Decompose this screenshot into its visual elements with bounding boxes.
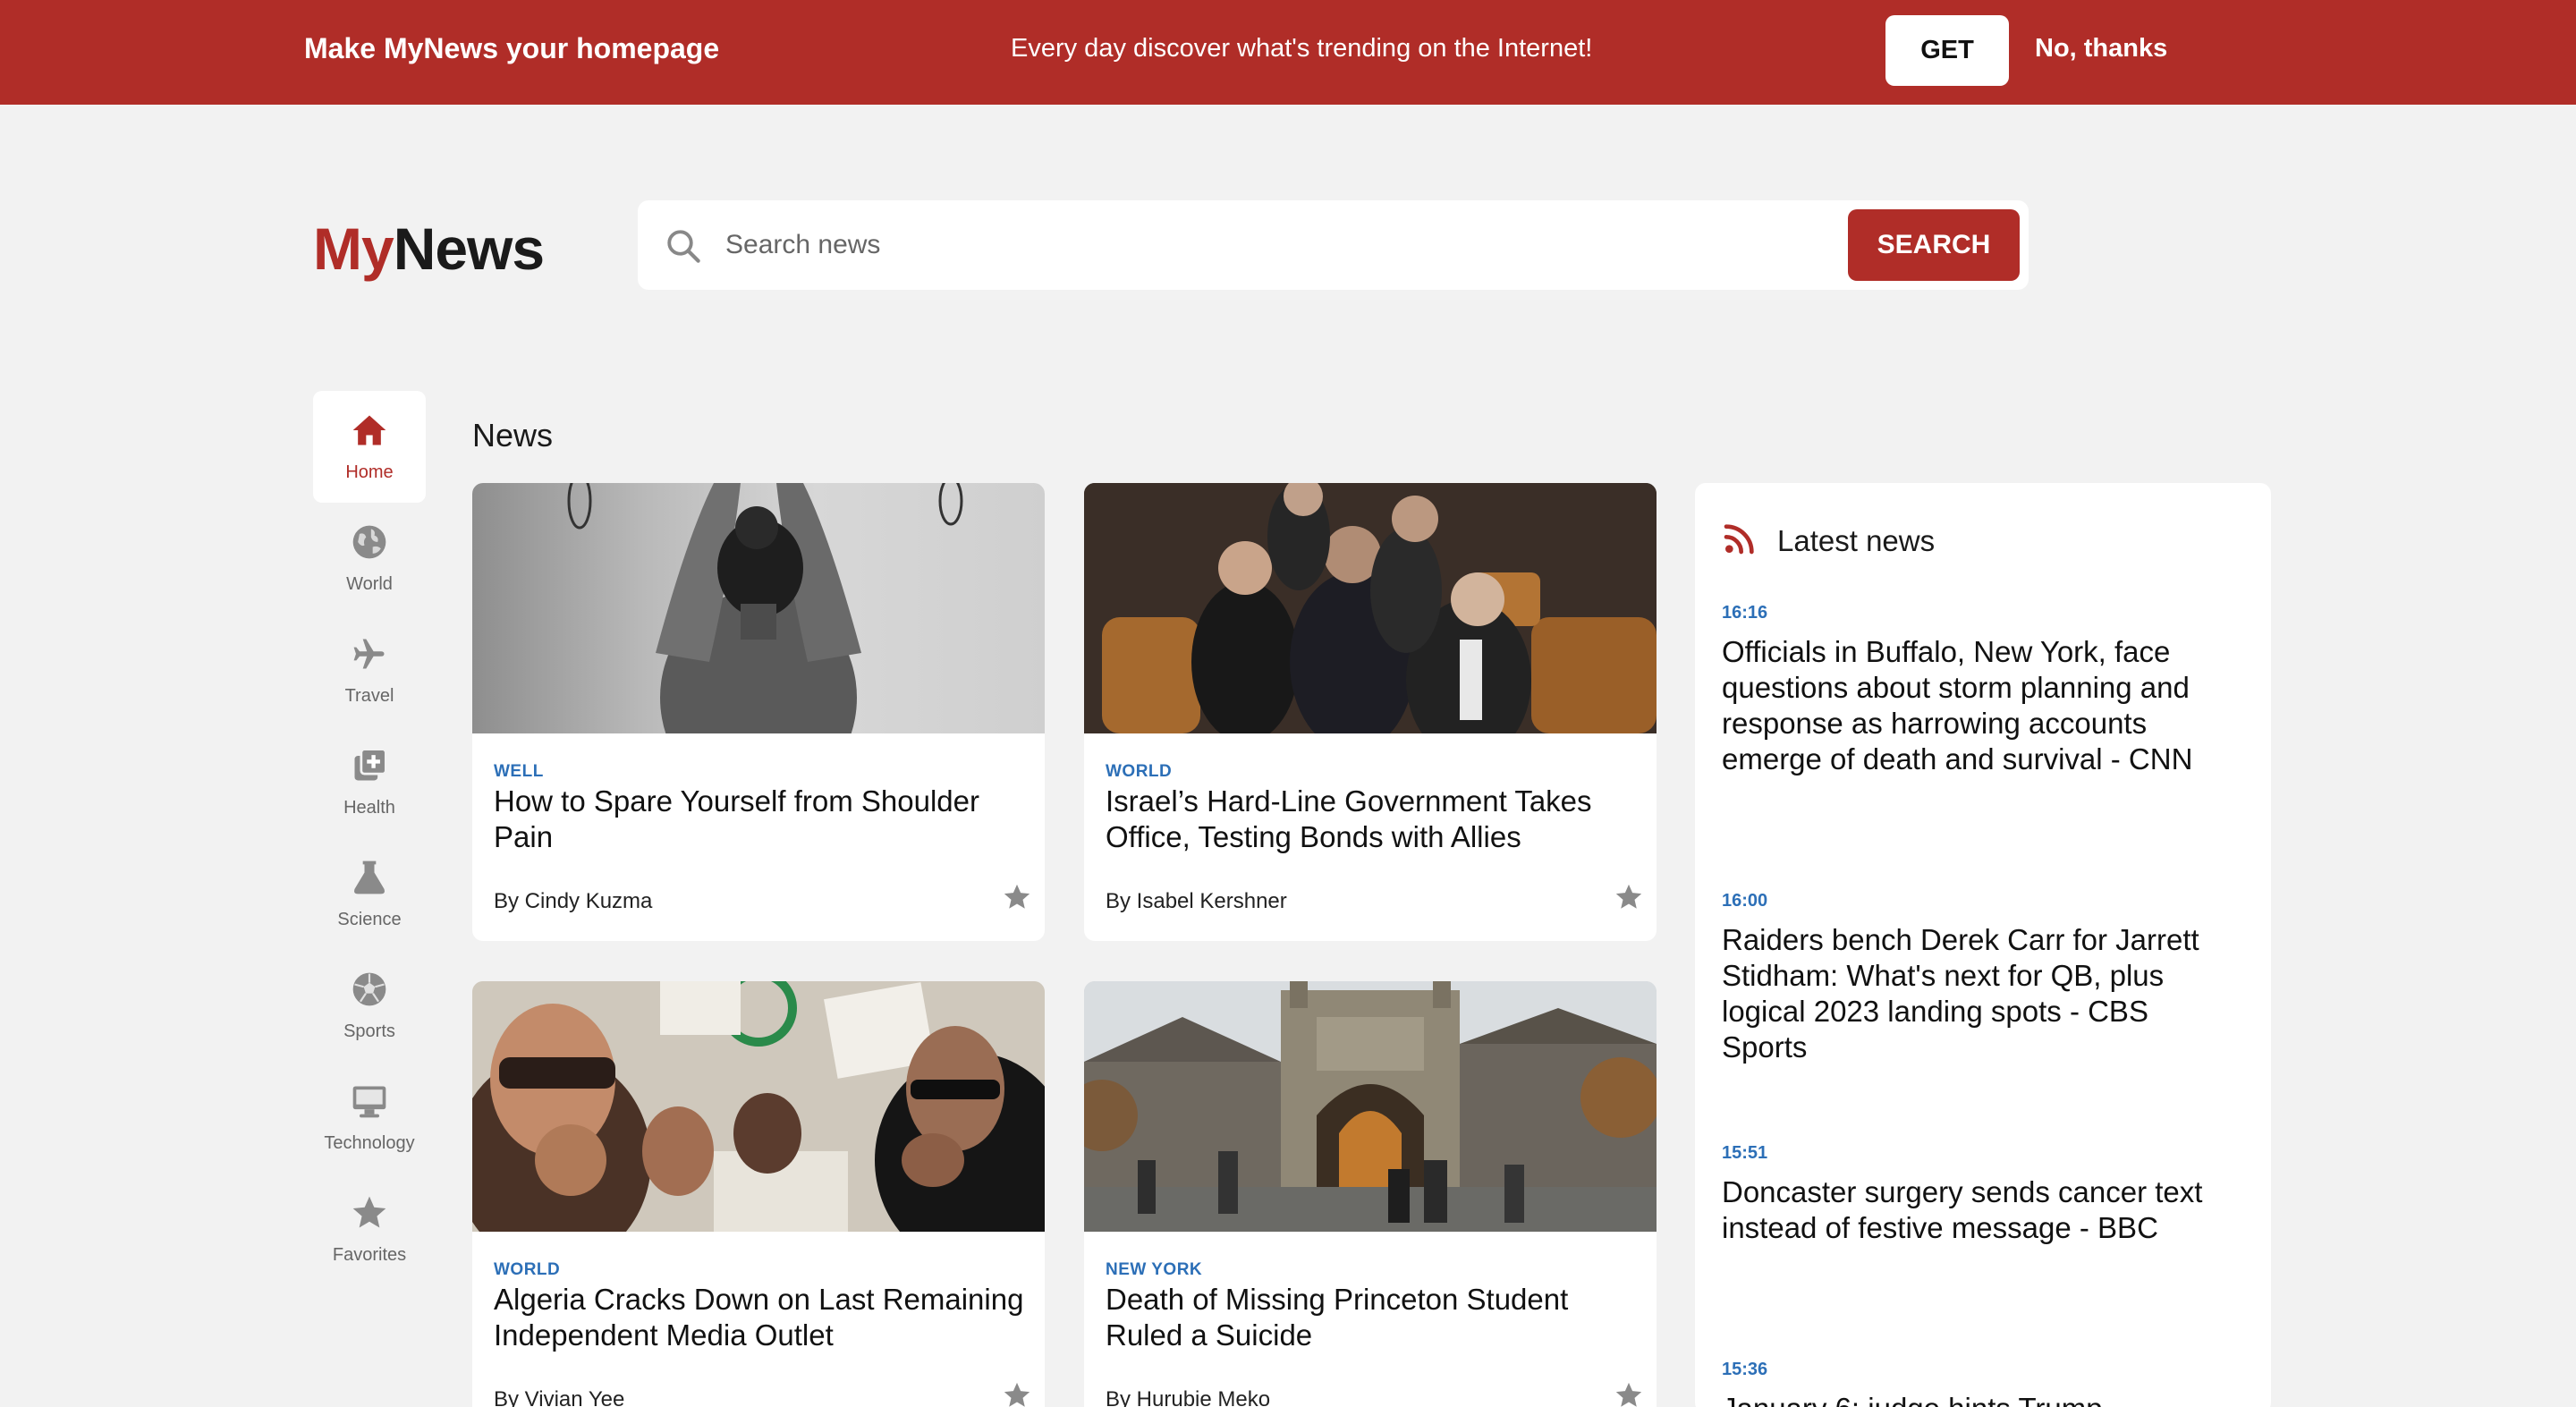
- medical-icon: [354, 748, 387, 781]
- nav-item-home[interactable]: Home: [313, 391, 426, 503]
- search-input[interactable]: [725, 220, 1709, 270]
- logo-news: News: [393, 216, 545, 282]
- news-time: 15:51: [1722, 1143, 1768, 1163]
- card-image: [472, 483, 1045, 733]
- nav-item-technology[interactable]: Technology: [313, 1062, 426, 1174]
- home-icon: [352, 415, 386, 445]
- search-icon: [667, 230, 700, 263]
- nav-item-label: World: [346, 574, 393, 594]
- section-title: News: [472, 417, 554, 453]
- news-time: 15:36: [1722, 1360, 1768, 1379]
- latest-news-panel: Latest news 16:16 Officials in Buffalo, …: [1695, 483, 2271, 1407]
- nav-item-health[interactable]: Health: [313, 726, 426, 838]
- card-author: By Hurubie Meko: [1106, 1387, 1271, 1407]
- favorite-star-icon[interactable]: [1614, 1380, 1644, 1407]
- nav-item-label: Science: [337, 910, 402, 929]
- logo-my: My: [313, 216, 394, 282]
- card-title[interactable]: How to Spare Yourself from Shoulder Pain: [494, 784, 1030, 855]
- news-headline[interactable]: Raiders bench Derek Carr for Jarrett Sti…: [1722, 922, 2223, 1065]
- nav-item-science[interactable]: Science: [313, 838, 426, 950]
- card-image: [1084, 483, 1657, 733]
- news-card[interactable]: WORLD Israel’s Hard-Line Government Take…: [1084, 483, 1657, 941]
- news-headline[interactable]: January 6: judge hints Trump: [1722, 1391, 2223, 1407]
- news-headline[interactable]: Officials in Buffalo, New York, face que…: [1722, 634, 2223, 777]
- nav-item-label: Sports: [343, 1021, 395, 1041]
- search-bar: SEARCH: [638, 200, 2029, 290]
- get-button[interactable]: GET: [1885, 15, 2009, 86]
- promo-banner: Make MyNews your homepage Every day disc…: [0, 0, 2576, 105]
- card-image: [472, 981, 1045, 1232]
- nav-item-world[interactable]: World: [313, 503, 426, 615]
- search-button[interactable]: SEARCH: [1848, 209, 2020, 281]
- card-author: By Vivian Yee: [494, 1387, 625, 1407]
- latest-news-item[interactable]: 16:16 Officials in Buffalo, New York, fa…: [1722, 603, 2223, 777]
- latest-news-item[interactable]: 15:36 January 6: judge hints Trump: [1722, 1360, 2223, 1407]
- card-title[interactable]: Death of Missing Princeton Student Ruled…: [1106, 1282, 1642, 1353]
- airplane-icon: [353, 639, 385, 669]
- card-author: By Cindy Kuzma: [494, 889, 653, 913]
- news-card[interactable]: WORLD Algeria Cracks Down on Last Remain…: [472, 981, 1045, 1407]
- nav-item-label: Technology: [324, 1133, 415, 1153]
- card-title[interactable]: Israel’s Hard-Line Government Takes Offi…: [1106, 784, 1642, 855]
- favorite-star-icon[interactable]: [1614, 882, 1644, 912]
- globe-icon: [352, 525, 386, 559]
- star-icon: [352, 1196, 386, 1228]
- card-category: NEW YORK: [1106, 1260, 1203, 1279]
- site-logo[interactable]: MyNews: [313, 215, 545, 283]
- news-time: 16:16: [1722, 603, 1768, 623]
- soccer-ball-icon: [352, 972, 386, 1006]
- latest-news-item[interactable]: 15:51 Doncaster surgery sends cancer tex…: [1722, 1143, 2223, 1246]
- card-image: [1084, 981, 1657, 1232]
- nav-item-label: Travel: [344, 686, 394, 706]
- card-category: WORLD: [1106, 762, 1173, 781]
- card-category: WELL: [494, 762, 544, 781]
- news-headline[interactable]: Doncaster surgery sends cancer text inst…: [1722, 1174, 2223, 1246]
- news-card[interactable]: WELL How to Spare Yourself from Shoulder…: [472, 483, 1045, 941]
- sidebar-nav: Home World Travel Health Science Sports …: [313, 391, 426, 1285]
- card-author: By Isabel Kershner: [1106, 889, 1287, 913]
- nav-item-travel[interactable]: Travel: [313, 615, 426, 726]
- news-time: 16:00: [1722, 891, 1768, 911]
- monitor-icon: [352, 1086, 386, 1118]
- news-card[interactable]: NEW YORK Death of Missing Princeton Stud…: [1084, 981, 1657, 1407]
- rss-icon: [1724, 524, 1754, 555]
- promo-headline: Make MyNews your homepage: [304, 32, 720, 64]
- favorite-star-icon[interactable]: [1002, 1380, 1032, 1407]
- favorite-star-icon[interactable]: [1002, 882, 1032, 912]
- promo-tagline: Every day discover what's trending on th…: [1011, 34, 1593, 63]
- card-category: WORLD: [494, 1260, 561, 1279]
- nav-item-favorites[interactable]: Favorites: [313, 1174, 426, 1285]
- no-thanks-link[interactable]: No, thanks: [2035, 34, 2167, 64]
- latest-news-title: Latest news: [1777, 524, 1936, 557]
- flask-icon: [354, 860, 385, 894]
- nav-item-sports[interactable]: Sports: [313, 950, 426, 1062]
- card-title[interactable]: Algeria Cracks Down on Last Remaining In…: [494, 1282, 1030, 1353]
- nav-item-label: Home: [345, 462, 394, 482]
- nav-item-label: Favorites: [332, 1245, 407, 1265]
- nav-item-label: Health: [343, 798, 395, 818]
- latest-news-item[interactable]: 16:00 Raiders bench Derek Carr for Jarre…: [1722, 891, 2223, 1065]
